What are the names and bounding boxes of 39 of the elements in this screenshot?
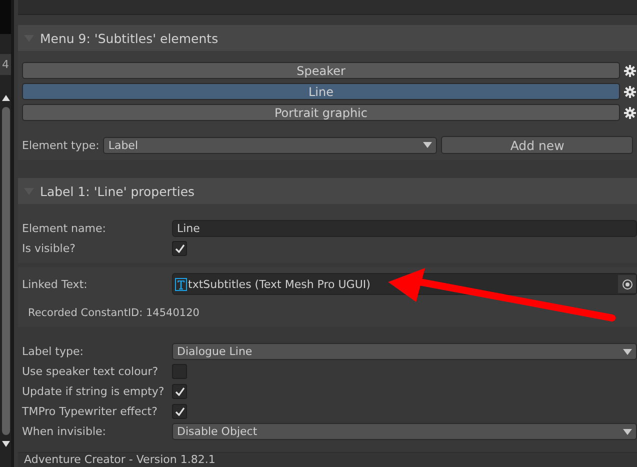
index-label: 4 <box>0 54 11 75</box>
element-button[interactable]: Line <box>22 83 620 100</box>
constant-id-text: Recorded ConstantID: 14540120 <box>27 306 200 319</box>
add-new-button[interactable]: Add new <box>441 136 634 154</box>
element-button[interactable]: Speaker <box>22 62 620 79</box>
element-button[interactable]: Portrait graphic <box>22 104 620 121</box>
dropdown-caret-icon <box>623 428 632 434</box>
settings-icon[interactable] <box>624 86 636 98</box>
field-label: Use speaker text colour? <box>22 365 160 378</box>
section-title: Label 1: 'Line' properties <box>40 184 195 198</box>
field-label: When invisible: <box>22 425 107 438</box>
dropdown-caret-icon <box>623 348 632 354</box>
checkbox[interactable] <box>172 384 187 399</box>
field-label: Element type: <box>22 138 100 152</box>
scroll-up-icon[interactable] <box>2 95 10 101</box>
version-text: Adventure Creator - Version 1.82.1 <box>18 452 637 467</box>
field-label: Update if string is empty? <box>22 385 166 398</box>
dropdown[interactable]: Dialogue Line <box>172 343 637 360</box>
field-label: Is visible? <box>22 242 76 255</box>
dropdown-caret-icon <box>423 142 432 148</box>
field-label: TMPro Typewriter effect? <box>22 405 158 418</box>
element-type-dropdown[interactable]: Label <box>103 136 438 154</box>
field-label: Linked Text: <box>22 278 88 290</box>
settings-icon[interactable] <box>624 106 636 118</box>
checkbox[interactable] <box>172 241 187 256</box>
field-label: Element name: <box>22 222 107 235</box>
checkbox[interactable] <box>172 364 187 379</box>
scroll-down-icon[interactable] <box>2 441 10 447</box>
element-name-field[interactable]: Line <box>172 220 637 237</box>
text-component-icon <box>175 278 187 290</box>
linked-text-field[interactable]: txtSubtitles (Text Mesh Pro UGUI) <box>172 273 637 295</box>
dropdown[interactable]: Disable Object <box>172 423 637 440</box>
settings-icon[interactable] <box>624 64 636 76</box>
field-label: Label type: <box>22 345 84 358</box>
scrollbar-thumb[interactable] <box>2 107 10 435</box>
checkbox[interactable] <box>172 404 187 419</box>
object-picker-icon[interactable] <box>618 275 636 293</box>
section-title: Menu 9: 'Subtitles' elements <box>40 30 218 46</box>
dark-panel-area <box>0 0 11 34</box>
